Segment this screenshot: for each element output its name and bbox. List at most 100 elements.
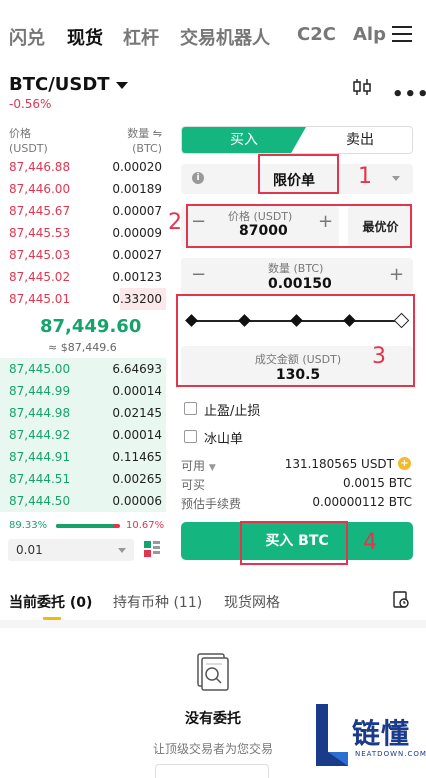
buy-sell-ratio-bar: [56, 524, 120, 528]
tab-trading-bot[interactable]: 交易机器人: [180, 24, 270, 50]
precision-value: 0.01: [16, 543, 43, 557]
top-nav: 闪兑 现货 杠杆 交易机器人 C2C Alp: [0, 0, 426, 70]
empty-action-button[interactable]: [155, 764, 269, 778]
hamburger-menu-icon[interactable]: [392, 26, 412, 42]
price-change: -0.56%: [9, 97, 52, 111]
annotation-number-4: 4: [363, 530, 377, 555]
ask-price: 87,445.01: [9, 292, 71, 306]
tab-margin[interactable]: 杠杆: [123, 24, 159, 50]
tab-spot[interactable]: 现货: [67, 24, 103, 50]
candlestick-chart-icon[interactable]: [352, 78, 372, 96]
ob-price-unit: (USDT): [9, 142, 48, 155]
bid-qty: 0.00006: [112, 494, 162, 508]
can-buy-label: 可买: [181, 478, 206, 492]
annotation-box-1: [258, 154, 339, 194]
ask-qty: 0.00027: [112, 248, 162, 262]
ob-qty-header[interactable]: 数量 ⇋ (BTC): [122, 126, 162, 156]
ask-row[interactable]: 87,445.53 0.00009: [0, 222, 166, 244]
last-price: 87,449.60: [40, 316, 142, 337]
qty-label: 数量 (BTC): [268, 262, 324, 275]
tab-swap[interactable]: 闪兑: [9, 24, 45, 50]
orderbook-layout-icon[interactable]: [143, 540, 161, 558]
available-label[interactable]: 可用 ▼: [181, 457, 216, 474]
bid-price: 87,444.50: [9, 494, 71, 508]
tab-alpha[interactable]: Alp: [353, 24, 386, 45]
bid-price: 87,444.92: [9, 428, 71, 442]
info-icon[interactable]: i: [192, 172, 204, 184]
bid-qty: 0.11465: [112, 450, 162, 464]
tpsl-checkbox[interactable]: [184, 402, 197, 415]
add-funds-icon[interactable]: +: [398, 457, 411, 470]
tpsl-label[interactable]: 止盈/止损: [204, 400, 260, 419]
buy-ratio-fill: [56, 524, 114, 528]
can-buy-value: 0.0015 BTC: [342, 476, 412, 490]
bid-row[interactable]: 87,444.98 0.02145: [0, 402, 166, 424]
caret-down-icon: [118, 548, 126, 553]
precision-select[interactable]: 0.01: [8, 539, 134, 561]
ask-price: 87,445.67: [9, 204, 71, 218]
bid-price: 87,444.91: [9, 450, 71, 464]
buy-ratio: 89.33%: [9, 520, 48, 531]
tab-holdings[interactable]: 持有币种 (11): [113, 592, 202, 612]
iceberg-checkbox[interactable]: [184, 430, 197, 443]
ask-qty: 0.00020: [112, 160, 162, 174]
fee-label: 预估手续费: [181, 497, 242, 511]
bid-row[interactable]: 87,444.92 0.00014: [0, 424, 166, 446]
tab-open-orders[interactable]: 当前委托 (0): [9, 592, 92, 612]
pair-selector[interactable]: BTC/USDT: [9, 74, 128, 95]
sell-tab[interactable]: 卖出: [306, 127, 412, 153]
annotation-number-1: 1: [358, 164, 372, 189]
bid-price: 87,444.98: [9, 406, 71, 420]
watermark-logo-icon: [316, 704, 348, 766]
ob-qty-label: 数量 ⇋: [127, 127, 162, 140]
bid-qty: 0.00014: [112, 428, 162, 442]
ask-row[interactable]: 87,446.00 0.00189: [0, 178, 166, 200]
ask-price: 87,446.88: [9, 160, 71, 174]
tab-c2c[interactable]: C2C: [297, 24, 336, 45]
bid-row[interactable]: 87,444.99 0.00014: [0, 380, 166, 402]
annotation-number-2: 2: [168, 210, 182, 235]
ask-qty: 0.00007: [112, 204, 162, 218]
ob-price-label: 价格: [9, 127, 31, 140]
bid-row[interactable]: 87,444.50 0.00006: [0, 490, 166, 512]
bid-row[interactable]: 87,444.51 0.00265: [0, 468, 166, 490]
pair-symbol: BTC/USDT: [9, 74, 110, 95]
iceberg-label[interactable]: 冰山单: [204, 428, 243, 447]
ask-row[interactable]: 87,445.03 0.00027: [0, 244, 166, 266]
order-history-icon[interactable]: [392, 591, 410, 609]
caret-down-icon: [392, 176, 400, 181]
ask-price: 87,446.00: [9, 182, 71, 196]
bid-qty: 0.00265: [112, 472, 162, 486]
available-text: 可用: [181, 459, 206, 473]
annotation-box-2: [186, 204, 412, 248]
ask-qty: 0.00009: [112, 226, 162, 240]
empty-orders-icon: [197, 653, 229, 691]
ask-price: 87,445.03: [9, 248, 71, 262]
ask-row[interactable]: 87,445.67 0.00007: [0, 200, 166, 222]
ask-qty: 0.33200: [112, 292, 162, 306]
buy-tab[interactable]: 买入: [182, 127, 306, 153]
bid-price: 87,444.99: [9, 384, 71, 398]
ob-qty-unit: (BTC): [132, 142, 162, 155]
qty-plus-button[interactable]: +: [389, 264, 404, 285]
ask-row[interactable]: 87,445.02 0.00123: [0, 266, 166, 288]
annotation-box-3: [176, 294, 415, 387]
ask-qty: 0.00123: [112, 270, 162, 284]
ask-row[interactable]: 87,446.88 0.00020: [0, 156, 166, 178]
section-divider: [0, 620, 426, 628]
ask-qty: 0.00189: [112, 182, 162, 196]
bid-price: 87,444.51: [9, 472, 71, 486]
caret-down-icon: ▼: [208, 463, 216, 473]
annotation-number-3: 3: [372, 344, 386, 369]
qty-minus-button[interactable]: −: [191, 264, 206, 285]
annotation-box-4: [240, 521, 348, 565]
tab-spot-grid[interactable]: 现货网格: [224, 592, 280, 612]
more-options-icon[interactable]: •••: [392, 84, 426, 105]
caret-down-icon: [115, 81, 128, 89]
watermark-title: 链懂: [352, 717, 411, 750]
bid-row[interactable]: 87,444.91 0.11465: [0, 446, 166, 468]
ask-price: 87,445.53: [9, 226, 71, 240]
ask-price: 87,445.02: [9, 270, 71, 284]
qty-value[interactable]: 0.00150: [268, 276, 332, 292]
ask-row[interactable]: 87,445.01 0.33200: [0, 288, 166, 310]
